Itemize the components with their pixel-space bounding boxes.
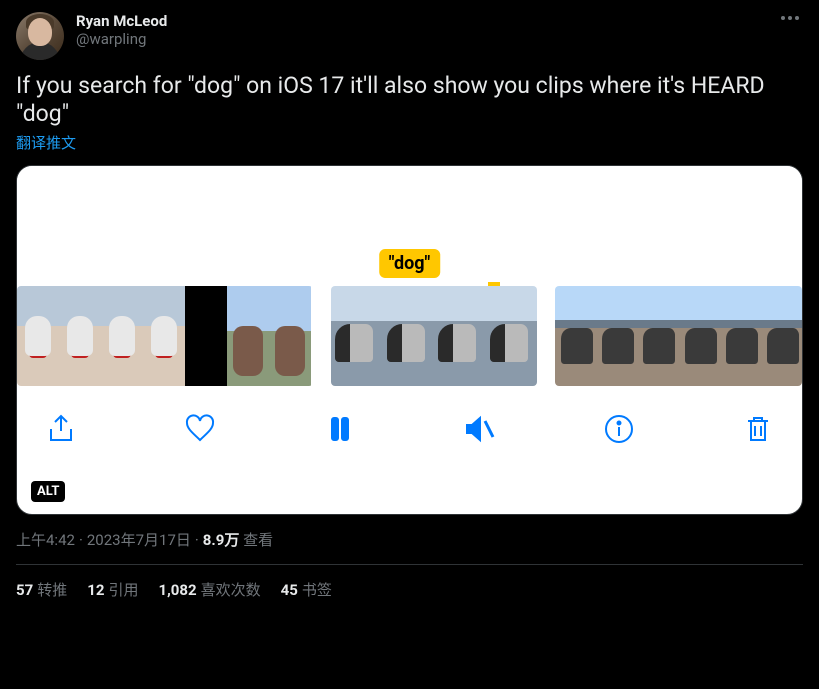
video-clip-2[interactable] [331, 286, 537, 386]
stat-bookmarks[interactable]: 45书签 [281, 579, 332, 600]
video-clip-3[interactable] [555, 286, 802, 386]
tweet-media[interactable]: "dog" [16, 165, 803, 515]
alt-badge[interactable]: ALT [31, 481, 65, 502]
search-match-tag: "dog" [379, 249, 441, 278]
stat-quotes[interactable]: 12引用 [87, 579, 138, 600]
media-top-area: "dog" [17, 166, 802, 286]
tweet: Ryan McLeod @warpling If you search for … [0, 0, 819, 612]
stat-likes[interactable]: 1,082喜欢次数 [158, 579, 260, 600]
trash-icon[interactable] [742, 413, 774, 449]
tweet-stats: 57转推 12引用 1,082喜欢次数 45书签 [16, 579, 803, 600]
tweet-meta: 上午4:42·2023年7月17日·8.9万 查看 [16, 529, 803, 550]
stat-retweets[interactable]: 57转推 [16, 579, 67, 600]
tweet-date[interactable]: 2023年7月17日 [87, 531, 191, 549]
tweet-time[interactable]: 上午4:42 [16, 531, 75, 549]
tweet-header: Ryan McLeod @warpling [16, 12, 803, 60]
media-toolbar [17, 386, 802, 476]
more-icon[interactable] [777, 12, 803, 24]
author-block[interactable]: Ryan McLeod @warpling [76, 12, 167, 48]
mute-icon[interactable] [463, 413, 495, 449]
video-clip-1[interactable] [17, 286, 313, 386]
info-icon[interactable] [603, 413, 635, 449]
tweet-text: If you search for "dog" on iOS 17 it'll … [16, 72, 803, 128]
author-name: Ryan McLeod [76, 12, 167, 30]
video-timeline-strip[interactable] [17, 286, 802, 386]
pause-icon[interactable] [324, 413, 356, 449]
divider [16, 564, 803, 565]
views-label: 查看 [243, 531, 273, 549]
share-icon[interactable] [45, 413, 77, 449]
author-handle: @warpling [76, 30, 167, 48]
translate-link[interactable]: 翻译推文 [16, 132, 803, 153]
views-count: 8.9万 [203, 531, 240, 549]
heart-icon[interactable] [184, 413, 216, 449]
avatar[interactable] [16, 12, 64, 60]
